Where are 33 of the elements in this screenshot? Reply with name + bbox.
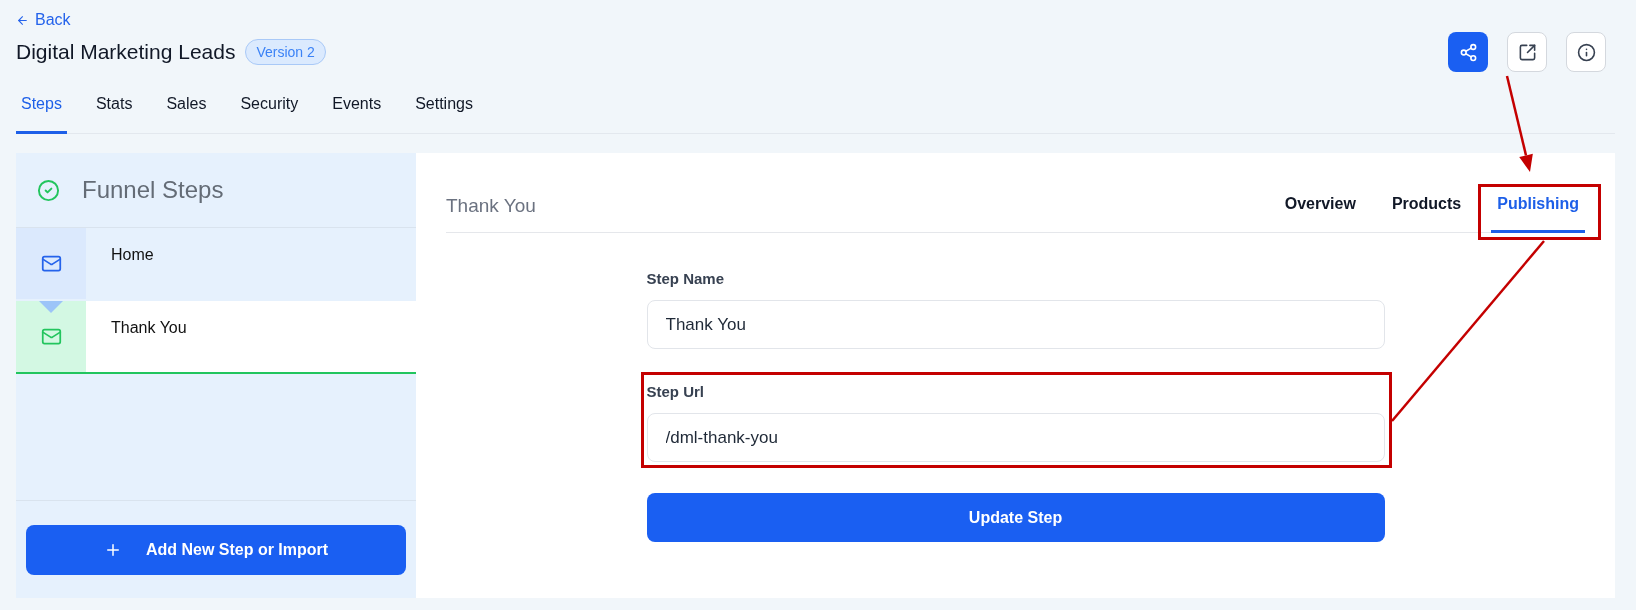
field-label: Step Name [646,269,726,289]
page-title: Digital Marketing Leads [16,39,236,65]
back-link[interactable]: Back [16,8,71,32]
open-external-button[interactable] [1507,32,1547,72]
external-link-icon [1517,42,1537,62]
funnel-step-item[interactable]: Home [16,228,416,301]
funnel-step-item[interactable]: Thank You [16,301,416,374]
share-icon [1458,42,1478,62]
info-icon [1576,42,1596,62]
update-step-button[interactable]: Update Step [646,493,1385,542]
back-arrow-icon [16,13,29,27]
text-input[interactable]: Thank You [646,300,1385,349]
text-input[interactable]: /dml-thank-you [646,413,1385,462]
check-circle-icon [37,178,60,202]
panel-title: Funnel Steps [82,175,224,205]
step-tab[interactable]: Products [1385,192,1468,233]
field-label: Step Url [646,382,705,402]
version-badge: Version 2 [245,39,326,65]
nav-tab[interactable]: Stats [90,92,138,134]
nav-tab[interactable]: Sales [161,92,212,134]
add-step-button[interactable]: Add New Step or Import [26,525,406,575]
nav-tab[interactable]: Settings [410,92,478,134]
step-title: Thank You [446,194,536,218]
mail-icon [40,253,62,274]
nav-tab[interactable]: Events [327,92,387,134]
mail-icon [40,326,62,347]
nav-tab[interactable]: Steps [16,92,67,134]
info-button[interactable] [1566,32,1606,72]
step-tab[interactable]: Publishing [1491,192,1585,233]
step-tab[interactable]: Overview [1278,192,1362,233]
nav-tab[interactable]: Security [235,92,304,134]
share-button[interactable] [1448,32,1488,72]
down-triangle-icon [39,301,63,313]
